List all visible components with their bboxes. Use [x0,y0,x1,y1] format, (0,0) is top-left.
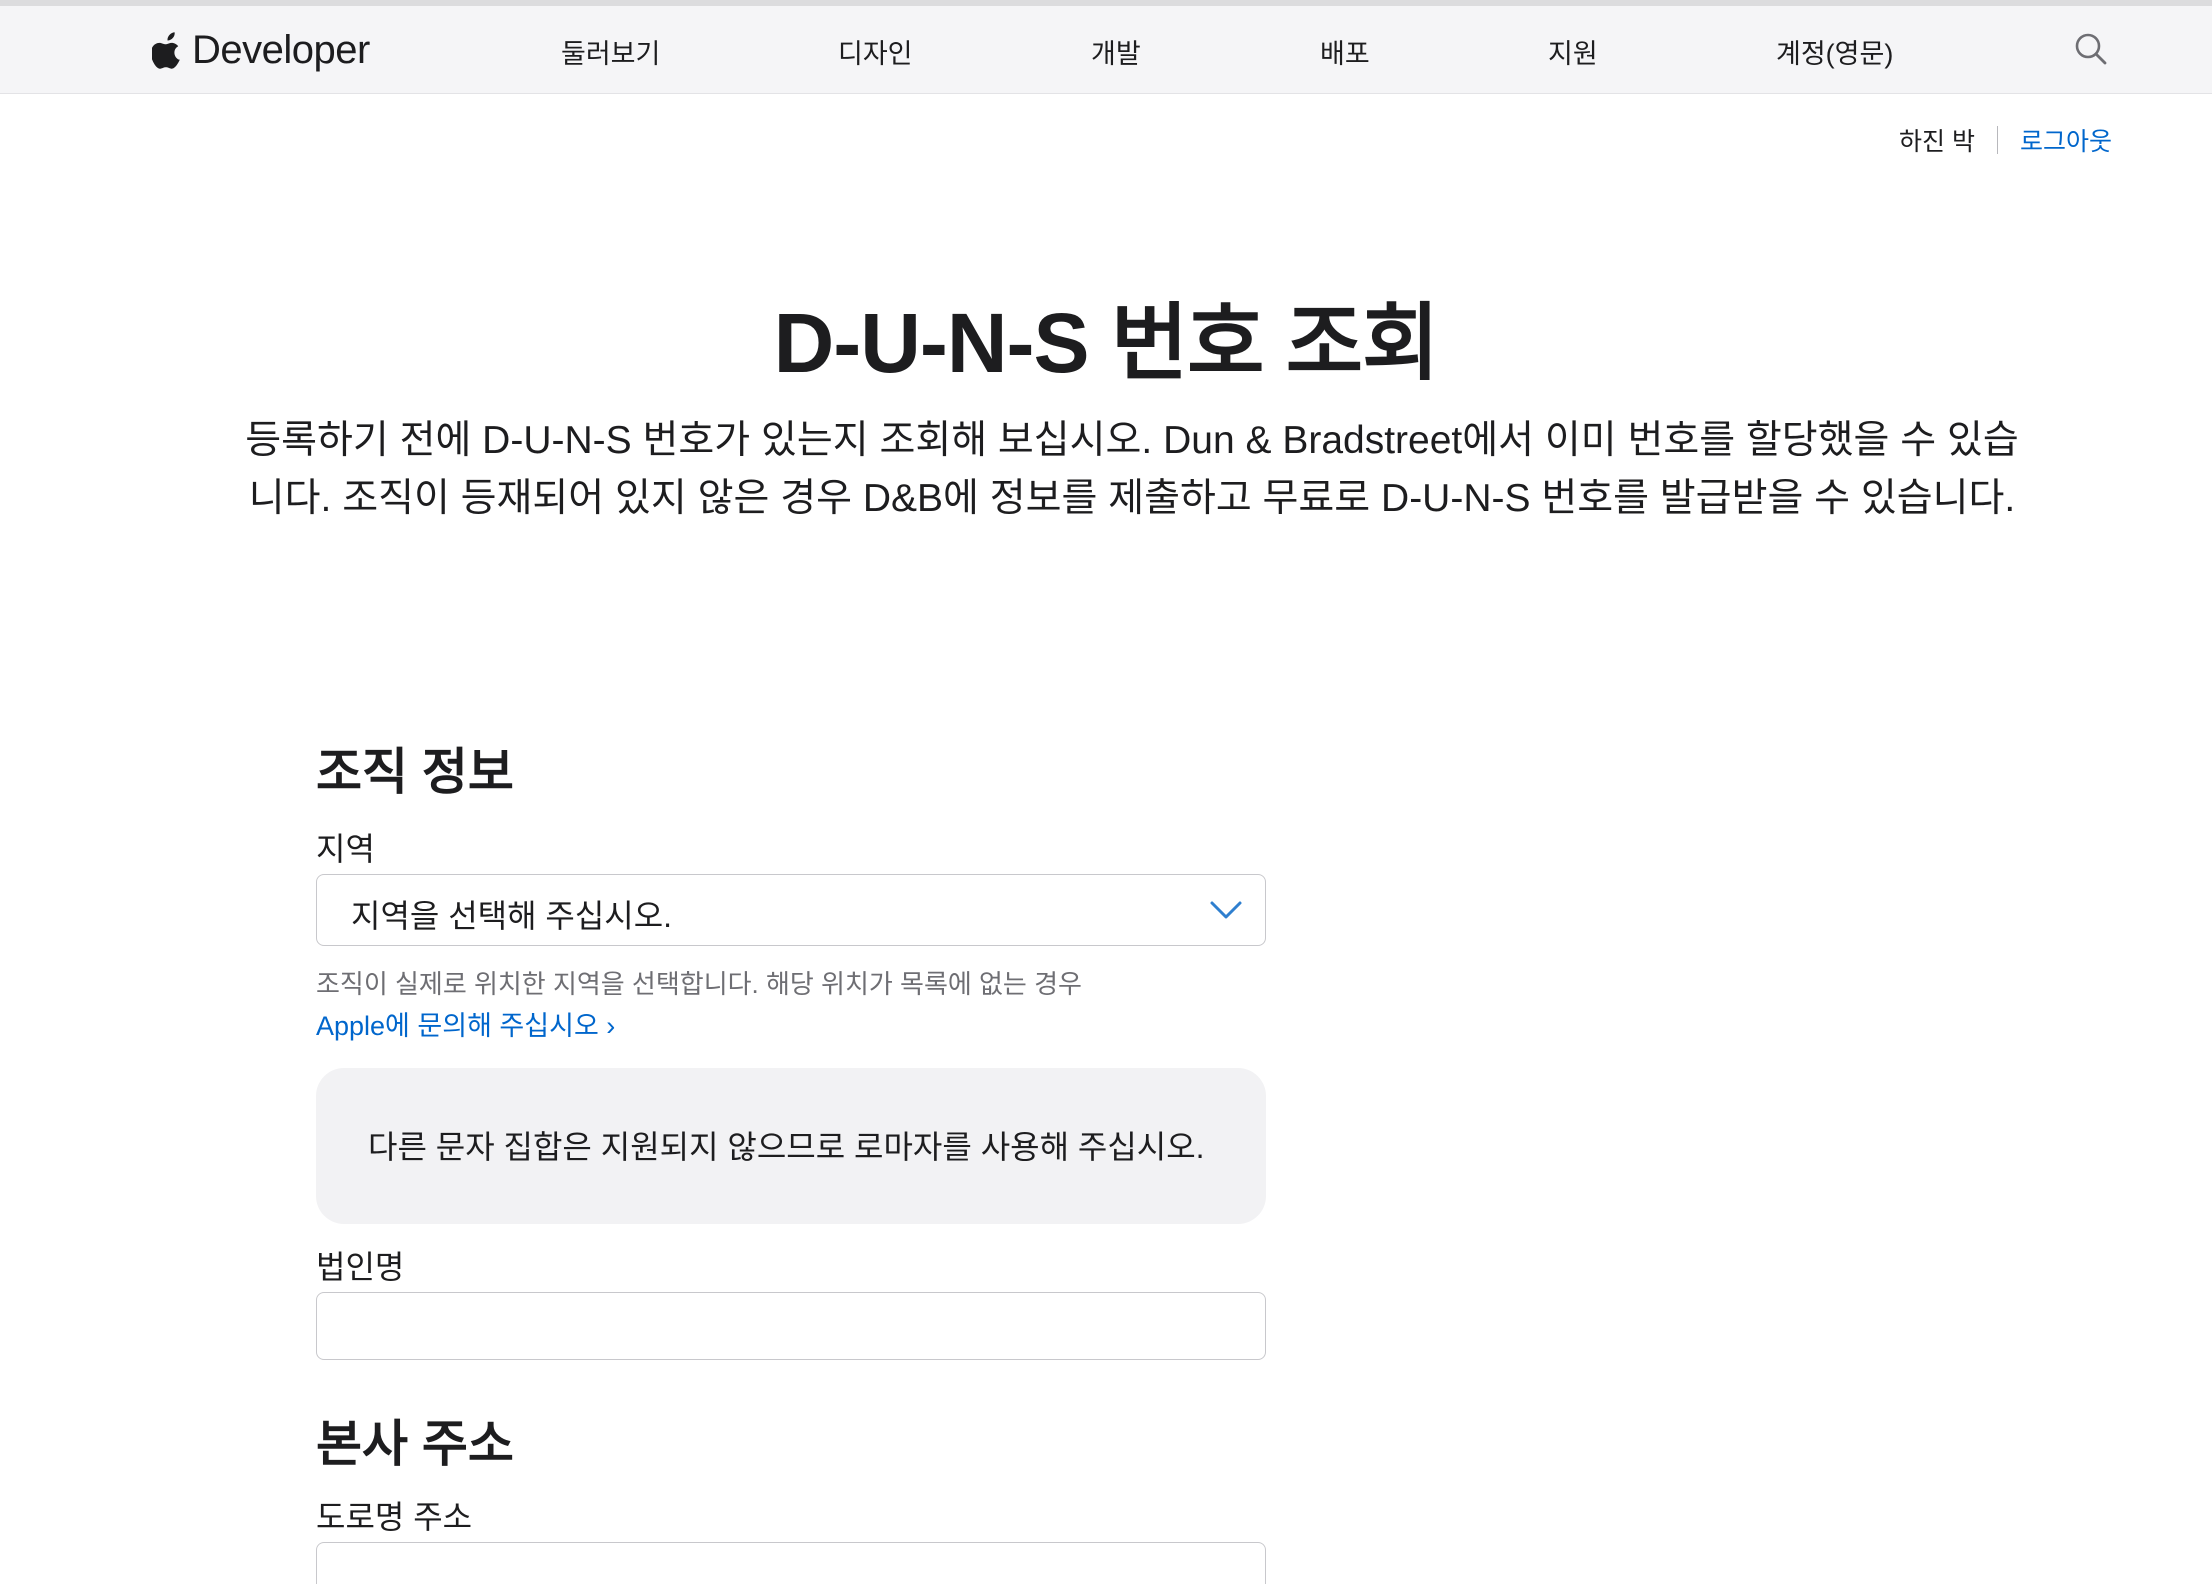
page-title: D-U-N-S 번호 조회 [773,296,1440,390]
region-select-value: 지역을 선택해 주십시오. [351,898,673,934]
global-nav: Developer 둘러보기 디자인 개발 배포 지원 계정(영문) [0,6,2212,94]
nav-item-develop[interactable]: 개발 [1091,32,1141,71]
account-divider [1996,126,1998,154]
brand-text: Developer [192,27,370,72]
nav-item-support[interactable]: 지원 [1548,32,1598,71]
region-help-text: 조직이 실제로 위치한 지역을 선택합니다. 해당 위치가 목록에 없는 경우 [316,969,1082,999]
logout-link[interactable]: 로그아웃 [2020,122,2112,158]
user-name: 하진 박 [1899,128,1975,156]
nav-item-account[interactable]: 계정(영문) [1776,32,1893,71]
street-address-input[interactable] [316,1542,1266,1584]
search-icon[interactable] [2074,32,2108,66]
romanization-notice: 다른 문자 집합은 지원되지 않으므로 로마자를 사용해 주십시오. [316,1068,1266,1224]
region-select[interactable]: 지역을 선택해 주십시오. [316,874,1266,946]
romanization-notice-text: 다른 문자 집합은 지원되지 않으므로 로마자를 사용해 주십시오. [368,1129,1205,1165]
chevron-down-icon [1210,901,1242,919]
street-address-label: 도로명 주소 [316,1499,473,1535]
legal-name-label: 법인명 [316,1249,405,1285]
page-intro: 등록하기 전에 D-U-N-S 번호가 있는지 조회해 보십시오. Dun & … [245,419,2019,520]
org-info-heading: 조직 정보 [316,744,514,800]
legal-name-input[interactable] [316,1292,1266,1360]
account-bar: 하진 박 로그아웃 [1899,122,2112,158]
developer-home-link[interactable]: Developer [152,24,370,76]
apple-logo-icon [152,32,180,69]
contact-apple-link[interactable]: Apple에 문의해 주십시오 › [316,1004,615,1043]
nav-item-design[interactable]: 디자인 [838,32,913,71]
nav-item-distribute[interactable]: 배포 [1320,32,1370,71]
hq-address-heading: 본사 주소 [316,1416,514,1472]
region-label: 지역 [316,831,375,867]
nav-item-discover[interactable]: 둘러보기 [561,32,660,71]
